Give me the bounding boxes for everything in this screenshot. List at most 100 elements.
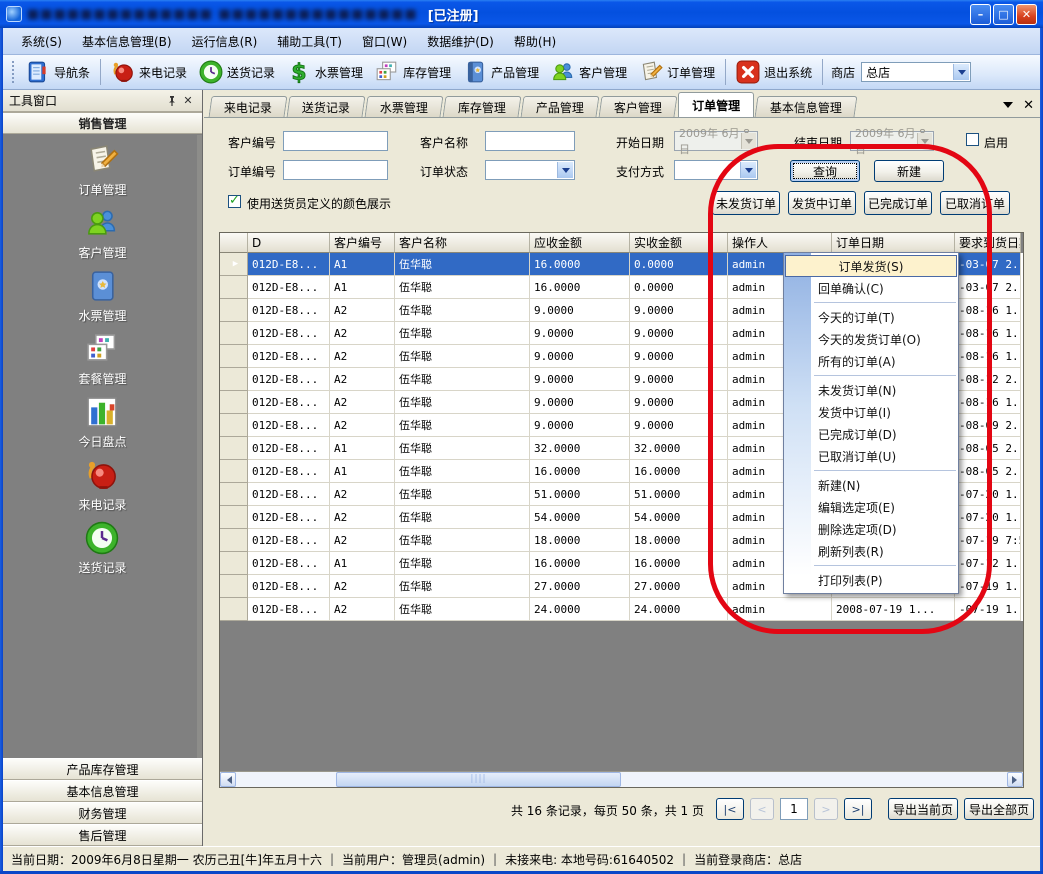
toolbar-button-inventory[interactable]: 库存管理 <box>369 57 457 87</box>
table-row[interactable]: 012D-E8...A2伍华聪24.000024.0000admin2008-0… <box>220 598 1023 621</box>
column-header-6[interactable]: 操作人 <box>728 233 832 253</box>
menu-item-6[interactable]: 帮助(H) <box>504 29 566 54</box>
first-page-button[interactable]: |< <box>716 798 744 820</box>
context-menu-item-5[interactable]: 所有的订单(A) <box>784 350 958 372</box>
menu-item-5[interactable]: 数据维护(D) <box>417 29 504 54</box>
enable-checkbox[interactable] <box>966 133 979 146</box>
context-menu-item-9[interactable]: 已完成订单(D) <box>784 423 958 445</box>
pay-method-select[interactable] <box>674 160 758 180</box>
maximize-button[interactable]: □ <box>993 4 1014 25</box>
context-menu-item-13[interactable]: 编辑选定项(E) <box>784 496 958 518</box>
context-menu-item-3[interactable]: 今天的订单(T) <box>784 306 958 328</box>
toolbar-button-water-tickets[interactable]: $水票管理 <box>281 57 369 87</box>
chevron-down-icon[interactable] <box>557 162 573 178</box>
status-filter-completed[interactable]: 已完成订单 <box>864 191 932 215</box>
context-menu-item-0[interactable]: 订单发货(S) <box>785 255 957 277</box>
last-page-button[interactable]: >| <box>844 798 872 820</box>
query-button[interactable]: 查询 <box>790 160 860 182</box>
tab-7[interactable]: 基本信息管理 <box>755 96 858 117</box>
tab-6[interactable]: 订单管理 <box>678 92 754 117</box>
close-button[interactable]: ✕ <box>1016 4 1037 25</box>
context-menu-item-1[interactable]: 回单确认(C) <box>784 277 958 299</box>
sidebar-section-2[interactable]: 财务管理 <box>3 802 202 824</box>
context-menu-item-15[interactable]: 刷新列表(R) <box>784 540 958 562</box>
prev-page-button[interactable]: < <box>750 798 774 820</box>
column-header-7[interactable]: 订单日期 <box>832 233 955 253</box>
scrollbar-thumb[interactable] <box>336 772 621 787</box>
toolbar-button-nav[interactable]: 导航条 <box>20 57 96 87</box>
chevron-down-icon[interactable] <box>953 64 969 80</box>
column-header-3[interactable]: 客户名称 <box>395 233 530 253</box>
menu-item-1[interactable]: 基本信息管理(B) <box>72 29 182 54</box>
sidebar-item-delivery-records[interactable]: 送货记录 <box>3 521 202 584</box>
column-header-8[interactable]: 要求到货日期 <box>955 233 1021 253</box>
sidebar-item-today-inventory[interactable]: 今日盘点 <box>3 395 202 458</box>
context-menu-item-17[interactable]: 打印列表(P) <box>784 569 958 591</box>
menu-item-3[interactable]: 辅助工具(T) <box>267 29 352 54</box>
sidebar-item-call-records[interactable]: 来电记录 <box>3 458 202 521</box>
scroll-right-arrow-icon[interactable] <box>1007 772 1023 787</box>
order-code-input[interactable] <box>283 160 388 180</box>
toolbar-button-call-records[interactable]: 来电记录 <box>105 57 193 87</box>
tab-4[interactable]: 产品管理 <box>521 96 600 117</box>
toolbar-button-delivery-records[interactable]: 送货记录 <box>193 57 281 87</box>
sidebar-section-sales[interactable]: 销售管理 <box>3 112 202 134</box>
context-menu-item-14[interactable]: 删除选定项(D) <box>784 518 958 540</box>
tab-1[interactable]: 送货记录 <box>287 96 366 117</box>
minimize-button[interactable]: – <box>970 4 991 25</box>
toolbar-button-orders[interactable]: 订单管理 <box>633 57 721 87</box>
context-menu-item-8[interactable]: 发货中订单(I) <box>784 401 958 423</box>
toolbar-grip[interactable] <box>11 60 16 84</box>
context-menu-item-10[interactable]: 已取消订单(U) <box>784 445 958 467</box>
customer-code-input[interactable] <box>283 131 388 151</box>
delivery-color-checkbox[interactable] <box>228 195 241 208</box>
app-logo-icon <box>6 6 22 22</box>
column-header-5[interactable]: 实收金额 <box>630 233 728 253</box>
column-header-1[interactable]: D <box>248 233 330 253</box>
new-button[interactable]: 新建 <box>874 160 944 182</box>
toolbar-button-exit[interactable]: 退出系统 <box>730 57 818 87</box>
export-all-pages-button[interactable]: 导出全部页 <box>964 798 1034 820</box>
status-filter-shipping[interactable]: 发货中订单 <box>788 191 856 215</box>
next-page-button[interactable]: > <box>814 798 838 820</box>
tab-3[interactable]: 库存管理 <box>443 96 522 117</box>
customer-name-input[interactable] <box>485 131 575 151</box>
column-header-4[interactable]: 应收金额 <box>530 233 630 253</box>
tab-5[interactable]: 客户管理 <box>599 96 678 117</box>
shop-select[interactable]: 总店 <box>861 62 971 82</box>
context-menu-item-7[interactable]: 未发货订单(N) <box>784 379 958 401</box>
tab-0[interactable]: 来电记录 <box>209 96 288 117</box>
column-header-2[interactable]: 客户编号 <box>330 233 395 253</box>
sidebar-item-orders[interactable]: 订单管理 <box>3 143 202 206</box>
horizontal-scrollbar[interactable] <box>220 771 1023 787</box>
sidebar-item-packages[interactable]: 套餐管理 <box>3 332 202 395</box>
toolbar-button-products[interactable]: 产品管理 <box>457 57 545 87</box>
sidebar-item-customers[interactable]: 客户管理 <box>3 206 202 269</box>
sidebar-scrollbar[interactable] <box>197 135 202 758</box>
context-menu-item-12[interactable]: 新建(N) <box>784 474 958 496</box>
page-number-input[interactable]: 1 <box>780 798 808 820</box>
close-icon[interactable]: ✕ <box>180 94 196 108</box>
tab-2[interactable]: 水票管理 <box>365 96 444 117</box>
order-status-select[interactable] <box>485 160 575 180</box>
sidebar-item-water-tickets[interactable]: 水票管理 <box>3 269 202 332</box>
column-header-0[interactable] <box>220 233 248 253</box>
status-filter-cancelled[interactable]: 已取消订单 <box>940 191 1010 215</box>
status-filter-unshipped[interactable]: 未发货订单 <box>712 191 780 215</box>
context-menu-item-4[interactable]: 今天的发货订单(O) <box>784 328 958 350</box>
pin-icon[interactable] <box>164 94 180 108</box>
sidebar-section-0[interactable]: 产品库存管理 <box>3 758 202 780</box>
start-date-picker[interactable]: 2009年 6月 8日 <box>674 131 758 151</box>
close-icon[interactable]: ✕ <box>1023 98 1034 113</box>
chevron-down-icon[interactable] <box>740 162 756 178</box>
sidebar-section-1[interactable]: 基本信息管理 <box>3 780 202 802</box>
menu-item-0[interactable]: 系统(S) <box>11 29 72 54</box>
toolbar-button-customers[interactable]: 客户管理 <box>545 57 633 87</box>
sidebar-section-3[interactable]: 售后管理 <box>3 824 202 846</box>
menu-item-4[interactable]: 窗口(W) <box>352 29 417 54</box>
export-current-page-button[interactable]: 导出当前页 <box>888 798 958 820</box>
end-date-picker[interactable]: 2009年 6月 8日 <box>850 131 934 151</box>
scroll-left-arrow-icon[interactable] <box>220 772 236 787</box>
menu-item-2[interactable]: 运行信息(R) <box>182 29 268 54</box>
chevron-down-icon[interactable] <box>1003 102 1013 113</box>
